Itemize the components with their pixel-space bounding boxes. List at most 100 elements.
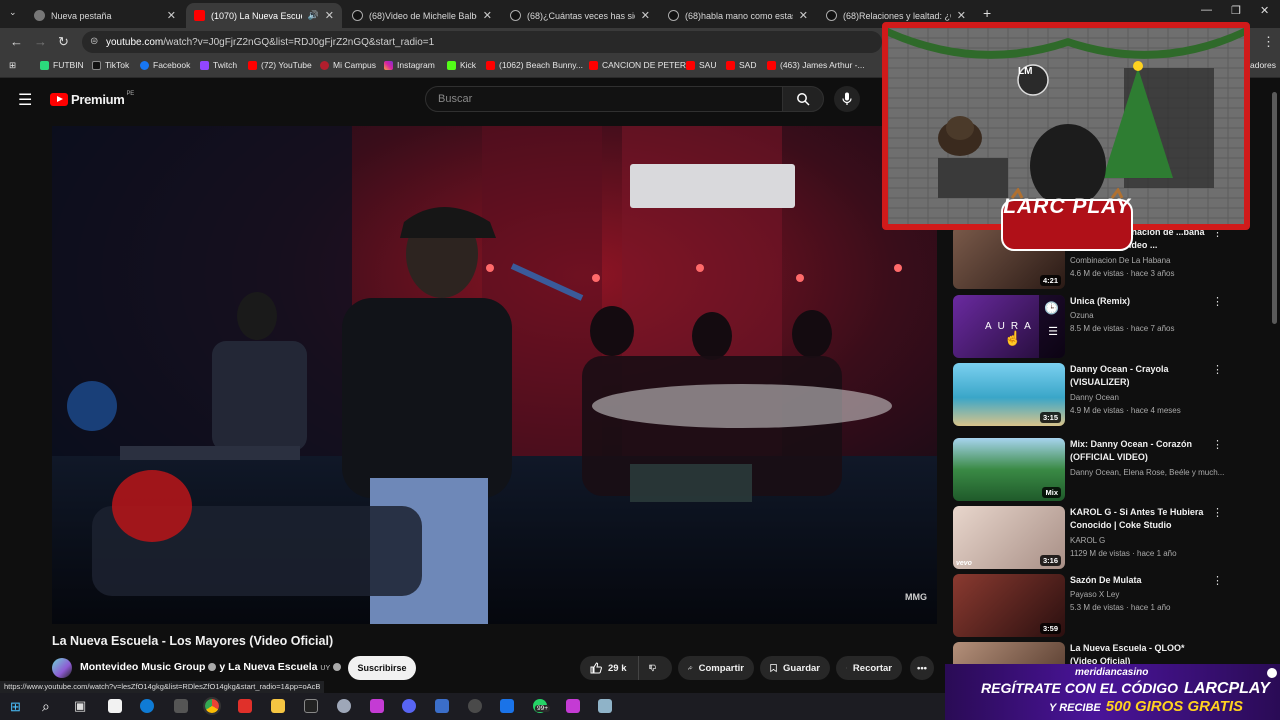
tab-tiktok-1[interactable]: (68)Video de Michelle Balboa ( ✕ [344,3,500,28]
video-thumbnail[interactable]: 3:59 [953,574,1065,637]
bookmark-beach-bunny[interactable]: (1062) Beach Bunny... [486,60,583,70]
recorder-icon[interactable] [238,699,252,713]
task-view-icon[interactable]: ▣ [74,698,86,714]
app-icon[interactable] [174,699,188,713]
clip-button[interactable]: Recortar [836,656,902,680]
channel-name[interactable]: Montevideo Music Group y La Nueva Escuela… [80,661,344,673]
bookmark-twitch[interactable]: Twitch [200,60,237,70]
watch-later-icon[interactable]: 🕒 [1044,301,1059,315]
bookmark-futbin[interactable]: FUTBIN [40,60,84,70]
channel-avatar[interactable] [52,658,72,678]
video-thumbnail[interactable] [953,642,1065,664]
close-tab-icon[interactable]: ✕ [799,9,808,22]
bookmark-james-arthur[interactable]: (463) James Arthur -... [767,60,865,70]
save-button[interactable]: Guardar [760,656,830,680]
restore-icon[interactable]: ❐ [1231,4,1241,17]
app-icon[interactable] [566,699,580,713]
app-icon[interactable] [304,699,318,713]
site-info-icon[interactable]: ⊜ [90,36,98,47]
subscribe-button[interactable]: Suscribirse [348,656,416,680]
recommendation-channel[interactable]: Combinacion De La Habana [1070,256,1171,265]
hamburger-menu-icon[interactable]: ☰ [18,90,32,110]
recommendation-title[interactable]: La Nueva Escuela - QLOO* (Video Oficial) [1070,642,1210,664]
windows-start-icon[interactable]: ⊞ [10,699,21,715]
app-icon[interactable] [468,699,482,713]
search-button[interactable] [782,86,824,112]
back-arrow-icon[interactable]: ← [10,34,23,49]
more-actions-button[interactable]: ••• [910,656,934,680]
recommendation-channel[interactable]: Danny Ocean, Elena Rose, Beéle y much... [1070,468,1224,477]
close-tab-icon[interactable]: ✕ [641,9,650,22]
video-thumbnail[interactable]: vevo 3:16 [953,506,1065,569]
tab-tiktok-2[interactable]: (68)¿Cuántas veces has sido mi ✕ [502,3,658,28]
close-tab-icon[interactable]: ✕ [483,9,492,22]
video-thumbnail[interactable]: AURA 🕒 ☰ [953,295,1065,358]
tab-youtube-active[interactable]: (1070) La Nueva Escuela - L 🔊 ✕ [186,3,342,28]
app-icon[interactable] [337,699,351,713]
more-options-icon[interactable]: ⋮ [1212,576,1223,587]
recommendation-title[interactable]: Mix: Danny Ocean - Corazón (OFFICIAL VID… [1070,438,1210,463]
video-player[interactable]: MMG [52,126,937,624]
bookmark-instagram[interactable]: Instagram [384,60,435,70]
bookmark-sau[interactable]: SAU [686,60,716,70]
recommendation-channel[interactable]: Danny Ocean [1070,393,1119,402]
like-button[interactable]: 29 k [580,656,638,680]
apps-grid-icon[interactable]: ⊞ [9,60,16,71]
recommendation-title[interactable]: Unica (Remix) [1070,295,1210,308]
page-scrollbar[interactable] [1272,92,1277,324]
calculator-icon[interactable] [435,699,449,713]
recommendation-item[interactable]: vevo 3:16 KAROL G - Si Antes Te Hubiera C… [953,506,1228,570]
bookmarks-overflow[interactable]: adores [1250,60,1276,70]
dislike-button[interactable] [638,656,672,680]
new-tab-button[interactable]: + [983,5,991,21]
recommendation-item[interactable]: La Nueva Escuela - QLOO* (Video Oficial) [953,642,1228,664]
close-tab-icon[interactable]: ✕ [325,9,334,22]
bookmark-mi-campus[interactable]: Mi Campus [320,60,376,70]
more-options-icon[interactable]: ⋮ [1212,297,1223,308]
chrome-icon[interactable] [203,697,221,715]
close-tab-icon[interactable]: ✕ [167,9,176,22]
more-options-icon[interactable]: ⋮ [1212,365,1223,376]
taskbar-search-icon[interactable]: ⌕ [42,698,50,715]
edge-icon[interactable] [140,699,154,713]
recommendation-channel[interactable]: Ozuna [1070,311,1094,320]
add-to-queue-icon[interactable]: ☰ [1048,325,1058,338]
youtube-premium-logo[interactable]: Premium PE [50,91,134,107]
bookmark-sad[interactable]: SAD [726,60,756,70]
file-explorer-icon[interactable] [271,699,285,713]
share-button[interactable]: Compartir [678,656,754,680]
reload-icon[interactable]: ↻ [58,34,69,50]
video-thumbnail[interactable]: 3:15 [953,363,1065,426]
close-window-icon[interactable]: ✕ [1260,4,1269,17]
address-bar[interactable]: ⊜ youtube.com/watch?v=J0gFjrZ2nGQ&list=R… [82,31,882,53]
recommendation-item[interactable]: Mix Mix: Danny Ocean - Corazón (OFFICIAL… [953,438,1228,502]
voice-search-button[interactable] [834,86,860,112]
forward-arrow-icon[interactable]: → [34,34,47,49]
store-icon[interactable] [108,699,122,713]
search-input[interactable]: Buscar [425,86,783,112]
recommendation-item[interactable]: 3:59 Sazón De Mulata Payaso X Ley 5.3 M … [953,574,1228,638]
bookmark-facebook[interactable]: Facebook [140,60,190,70]
close-tab-icon[interactable]: ✕ [957,9,966,22]
bookmark-kick[interactable]: Kick [447,60,476,70]
recommendation-item[interactable]: 3:15 Danny Ocean - Crayola (VISUALIZER) … [953,363,1228,427]
recommendation-channel[interactable]: Payaso X Ley [1070,590,1119,599]
tab-search-chevron-icon[interactable]: ⌄ [9,7,17,18]
more-options-icon[interactable]: ⋮ [1212,508,1223,519]
bookmark-youtube[interactable]: (72) YouTube [248,60,312,70]
bookmark-cancion-de-peter[interactable]: CANCION DE PETER [589,60,686,70]
audio-icon[interactable]: 🔊 [308,10,319,21]
recommendation-channel[interactable]: KAROL G [1070,536,1105,545]
recommendation-title[interactable]: Sazón De Mulata [1070,574,1210,587]
app-icon[interactable] [370,699,384,713]
tab-tiktok-3[interactable]: (68)habla mano como estas ✕ [660,3,816,28]
recommendation-title[interactable]: KAROL G - Si Antes Te Hubiera Conocido |… [1070,506,1210,531]
browser-menu-icon[interactable]: ⋮ [1262,34,1275,50]
minimize-icon[interactable]: — [1201,4,1212,16]
app-icon[interactable] [500,699,514,713]
more-options-icon[interactable]: ⋮ [1212,440,1223,451]
recommendation-item[interactable]: AURA 🕒 ☰ Unica (Remix) Ozuna 8.5 M de vi… [953,295,1228,359]
app-icon[interactable] [598,699,612,713]
discord-icon[interactable] [402,699,416,713]
recommendation-title[interactable]: Danny Ocean - Crayola (VISUALIZER) [1070,363,1210,388]
